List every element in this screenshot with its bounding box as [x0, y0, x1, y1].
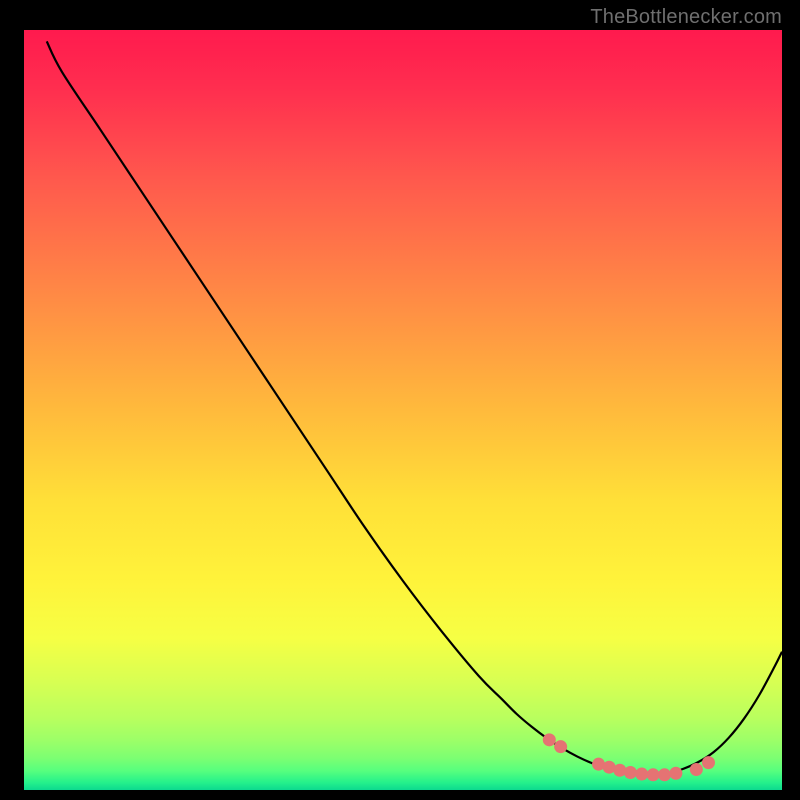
- optimal-dot: [702, 756, 715, 769]
- optimal-dot: [543, 733, 556, 746]
- optimal-dot: [647, 768, 660, 781]
- chart-canvas: TheBottlenecker.com: [0, 0, 800, 800]
- gradient-background: [24, 30, 782, 790]
- optimal-dot: [624, 766, 637, 779]
- optimal-dot: [690, 763, 703, 776]
- optimal-dot: [554, 740, 567, 753]
- chart-svg: [24, 30, 782, 790]
- plot-area: [24, 30, 782, 790]
- optimal-dot: [658, 768, 671, 781]
- watermark-text: TheBottlenecker.com: [590, 6, 782, 29]
- optimal-dot: [669, 767, 682, 780]
- optimal-dot: [635, 768, 648, 781]
